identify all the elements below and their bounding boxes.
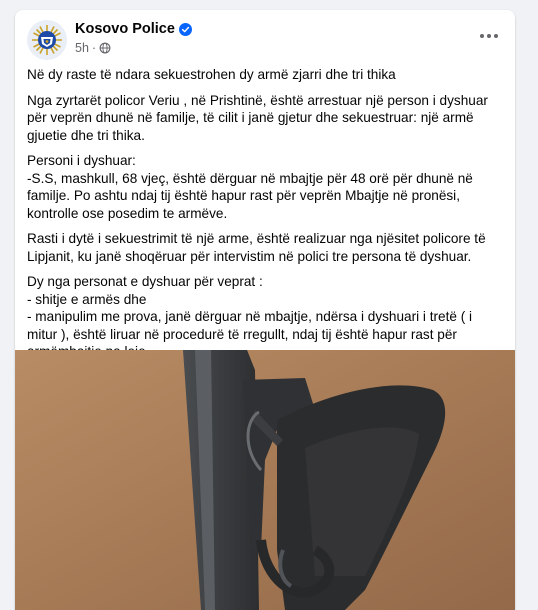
pistol-photo [15, 350, 515, 610]
post-photo[interactable] [15, 350, 515, 610]
page-name[interactable]: Kosovo Police [75, 21, 175, 37]
post-paragraph: Rasti i dytë i sekuestrimit të një arme,… [27, 231, 486, 264]
post-paragraph: Personi i dyshuar: -S.S, mashkull, 68 vj… [27, 153, 473, 221]
post-paragraph: Dy nga personat e dyshuar për veprat : -… [27, 274, 473, 359]
more-dot [487, 34, 491, 38]
post-paragraph: Në dy raste të ndara sekuestrohen dy arm… [27, 67, 396, 82]
page-avatar[interactable] [27, 20, 67, 60]
post-meta: 5h · [75, 41, 111, 55]
police-emblem-icon [27, 20, 67, 60]
post-paragraph: Nga zyrtarët policor Veriu , në Prishtin… [27, 92, 488, 143]
meta-separator: · [91, 41, 97, 55]
verified-badge-icon [178, 22, 192, 36]
more-options-icon[interactable] [475, 26, 503, 46]
post-card: Kosovo Police 5h · Në dy raste të ndara … [15, 10, 515, 610]
more-dot [480, 34, 484, 38]
more-dot [494, 34, 498, 38]
globe-icon[interactable] [99, 42, 111, 54]
author-row: Kosovo Police [75, 21, 192, 37]
post-timestamp[interactable]: 5h [75, 41, 89, 55]
post-header: Kosovo Police 5h · [15, 10, 515, 60]
post-text: Në dy raste të ndara sekuestrohen dy arm… [27, 66, 505, 369]
